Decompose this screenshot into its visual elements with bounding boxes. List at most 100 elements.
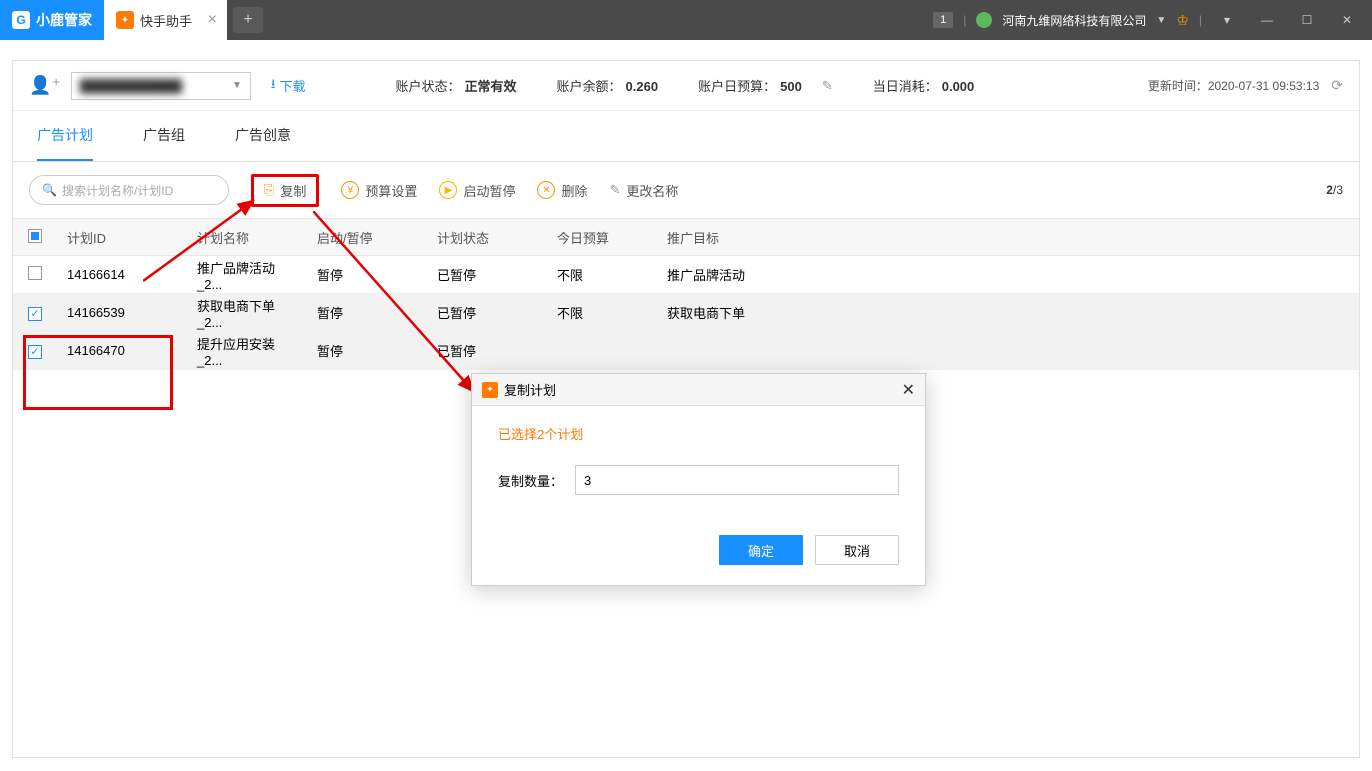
account-spend: 当日消耗：0.000 [873, 76, 975, 95]
row-checkbox[interactable] [28, 307, 42, 321]
row-checkbox[interactable] [28, 266, 42, 280]
cell-id: 14166470 [57, 343, 187, 358]
cell-budget: 不限 [547, 303, 657, 322]
dialog-qty-row: 复制数量： [498, 465, 899, 495]
app-name: 小鹿管家 [36, 10, 92, 30]
dialog-close-icon[interactable]: ✕ [902, 380, 915, 400]
dialog-qty-label: 复制数量： [498, 471, 563, 490]
dialog-title: 复制计划 [504, 380, 556, 399]
search-icon: 🔍 [42, 183, 57, 197]
delete-button[interactable]: ✕ 删除 [537, 181, 587, 200]
yen-icon: ¥ [341, 181, 359, 199]
copy-quantity-input[interactable] [575, 465, 899, 495]
start-pause-button[interactable]: ▶ 启动暂停 [439, 181, 515, 200]
cell-budget: 不限 [547, 265, 657, 284]
app-logo-icon: G [12, 11, 30, 29]
page-indicator: 2/3 [1326, 183, 1343, 197]
table-row[interactable]: 14166470提升应用安装_2...暂停已暂停 [13, 332, 1359, 370]
add-tab-button[interactable]: + [233, 7, 263, 33]
cell-target: 获取电商下单 [657, 303, 857, 322]
cell-state: 已暂停 [427, 303, 547, 322]
tab-label: 快手助手 [140, 11, 192, 30]
dropdown-icon[interactable]: ▾ [1212, 10, 1242, 30]
dialog-ok-button[interactable]: 确定 [719, 535, 803, 565]
download-icon: ⭳ [271, 75, 276, 97]
search-placeholder: 搜索计划名称/计划ID [62, 182, 173, 199]
cell-start: 暂停 [307, 341, 427, 360]
divider: | [1199, 13, 1202, 27]
dialog-body: 已选择2个计划 复制数量： [472, 406, 925, 525]
title-bar: G 小鹿管家 ✦ 快手助手 × + 1 | 河南九维网络科技有限公司 ▼ ♔ |… [0, 0, 1372, 40]
person-icon: 👤⁺ [29, 75, 61, 96]
dialog-cancel-button[interactable]: 取消 [815, 535, 899, 565]
delete-icon: ✕ [537, 181, 555, 199]
col-budget[interactable]: 今日预算 [547, 228, 657, 247]
app-logo: G 小鹿管家 [0, 0, 104, 40]
dialog-selected-text: 已选择2个计划 [498, 424, 899, 443]
cell-start: 暂停 [307, 303, 427, 322]
col-target[interactable]: 推广目标 [657, 228, 857, 247]
maximize-button[interactable]: ☐ [1292, 10, 1322, 30]
header-checkbox-cell [13, 229, 57, 246]
cell-id: 14166539 [57, 305, 187, 320]
browser-tab[interactable]: ✦ 快手助手 × [104, 0, 227, 40]
cell-state: 已暂停 [427, 265, 547, 284]
content-area: 👤⁺ ████████████ ▼ ⭳ 下载 账户状态：正常有效 账户余额：0.… [0, 40, 1372, 770]
account-balance: 账户余额：0.260 [557, 76, 659, 95]
account-select[interactable]: ████████████ ▼ [71, 72, 251, 100]
notification-badge[interactable]: 1 [933, 12, 953, 28]
close-window-button[interactable]: ✕ [1332, 10, 1362, 30]
cell-target: 推广品牌活动 [657, 265, 857, 284]
cell-start: 暂停 [307, 265, 427, 284]
account-select-text: ████████████ [80, 79, 182, 93]
title-right: 1 | 河南九维网络科技有限公司 ▼ ♔ | ▾ — ☐ ✕ [933, 10, 1372, 30]
copy-icon: ⎘ [264, 182, 274, 198]
tab-ad-plan[interactable]: 广告计划 [37, 111, 93, 161]
plan-table: 计划ID 计划名称 启动/暂停 计划状态 今日预算 推广目标 14166614 推… [13, 218, 1359, 370]
update-time: 更新时间：2020-07-31 09:53:13 ⟳ [1148, 77, 1343, 94]
org-name[interactable]: 河南九维网络科技有限公司 [1002, 12, 1146, 29]
crown-icon: ♔ [1176, 12, 1189, 29]
toolbar: 🔍 搜索计划名称/计划ID ⎘ 复制 ¥ 预算设置 ▶ 启动暂停 ✕ 删除 [13, 162, 1359, 218]
row-checkbox[interactable] [28, 345, 42, 359]
col-start-stop[interactable]: 启动/暂停 [307, 228, 427, 247]
copy-plan-dialog: ✦ 复制计划 ✕ 已选择2个计划 复制数量： 确定 取消 [471, 373, 926, 586]
col-state[interactable]: 计划状态 [427, 228, 547, 247]
account-info-bar: 👤⁺ ████████████ ▼ ⭳ 下载 账户状态：正常有效 账户余额：0.… [13, 61, 1359, 111]
col-plan-name[interactable]: 计划名称 [187, 228, 307, 247]
table-header-row: 计划ID 计划名称 启动/暂停 计划状态 今日预算 推广目标 [13, 218, 1359, 256]
tab-ad-creative[interactable]: 广告创意 [235, 111, 291, 161]
minimize-button[interactable]: — [1252, 10, 1282, 30]
table-row[interactable]: 14166539获取电商下单_2...暂停已暂停不限获取电商下单 [13, 294, 1359, 332]
copy-button[interactable]: ⎘ 复制 [264, 181, 306, 200]
cell-name: 获取电商下单_2... [187, 296, 307, 330]
chevron-down-icon: ▼ [232, 80, 242, 91]
budget-settings-button[interactable]: ¥ 预算设置 [341, 181, 417, 200]
refresh-icon[interactable]: ⟳ [1331, 77, 1343, 94]
edit-budget-icon[interactable]: ✎ [822, 78, 833, 94]
cell-id: 14166614 [57, 267, 187, 282]
account-budget: 账户日预算：500 [698, 76, 802, 95]
account-status: 账户状态：正常有效 [396, 76, 517, 95]
copy-button-highlight: ⎘ 复制 [251, 174, 319, 207]
pencil-icon: ✎ [609, 182, 620, 198]
select-all-checkbox[interactable] [28, 229, 42, 243]
search-input[interactable]: 🔍 搜索计划名称/计划ID [29, 175, 229, 205]
rename-button[interactable]: ✎ 更改名称 [609, 181, 678, 200]
dialog-footer: 确定 取消 [472, 525, 925, 585]
download-button[interactable]: ⭳ 下载 [271, 75, 306, 97]
tab-icon: ✦ [116, 11, 134, 29]
col-plan-id[interactable]: 计划ID [57, 228, 187, 247]
chevron-down-icon[interactable]: ▼ [1156, 15, 1166, 26]
dialog-icon: ✦ [482, 382, 498, 398]
cell-name: 提升应用安装_2... [187, 334, 307, 368]
tab-close-icon[interactable]: × [208, 11, 217, 29]
download-label: 下载 [279, 76, 305, 95]
content-tabs: 广告计划 广告组 广告创意 [13, 111, 1359, 162]
table-row[interactable]: 14166614推广品牌活动_2...暂停已暂停不限推广品牌活动 [13, 256, 1359, 294]
tab-ad-group[interactable]: 广告组 [143, 111, 185, 161]
play-icon: ▶ [439, 181, 457, 199]
cell-state: 已暂停 [427, 341, 547, 360]
panel: 👤⁺ ████████████ ▼ ⭳ 下载 账户状态：正常有效 账户余额：0.… [12, 60, 1360, 758]
divider: | [963, 13, 966, 27]
